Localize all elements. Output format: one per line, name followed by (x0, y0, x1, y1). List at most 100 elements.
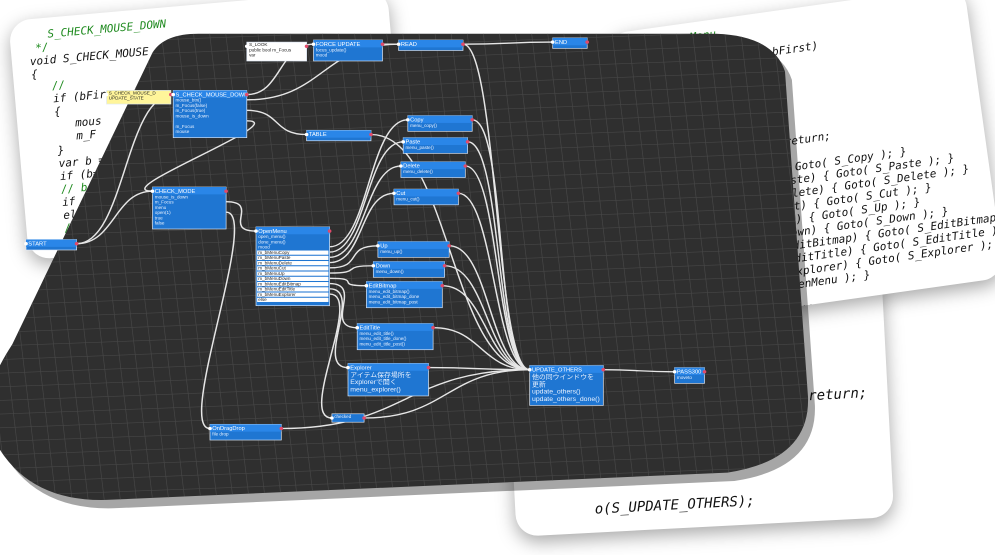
output-port[interactable] (224, 189, 228, 193)
output-port[interactable] (74, 242, 79, 246)
input-port[interactable] (364, 284, 369, 288)
output-port[interactable] (380, 42, 385, 46)
node-line: mouse_btn() (175, 98, 201, 103)
output-port[interactable] (447, 244, 452, 248)
input-port[interactable] (254, 229, 258, 233)
node-explorer[interactable]: Explorerアイテム保存場所をExplorerで開くmenu_explore… (346, 363, 431, 397)
output-port[interactable] (327, 229, 332, 233)
node-open-menu[interactable]: OpenMenuopen_menu()done_menu()moodm_bMen… (254, 226, 332, 306)
input-port[interactable] (355, 326, 360, 330)
input-port[interactable] (24, 242, 28, 246)
node-title: UPDATE_OTHERS (532, 368, 582, 374)
input-port[interactable] (550, 40, 555, 44)
node-on-drag-drop[interactable]: OnDragDropfile drop (208, 423, 284, 441)
node-line: m_bMenuDown (258, 276, 291, 281)
graph-editor-card[interactable]: START S_CHECK_MOUSE_D UPDATE_STATE S_CHECK_… (0, 0, 995, 551)
node-info[interactable]: S_LOOKpublic bool m_Focusvar (244, 41, 309, 62)
output-port[interactable] (431, 326, 435, 330)
input-port[interactable] (304, 132, 309, 137)
node-line: 他の同ウインドウを (532, 372, 594, 381)
input-port[interactable] (311, 42, 316, 46)
node-line: m_Focus(true) (175, 108, 205, 113)
node-end[interactable]: END (550, 37, 590, 49)
input-port[interactable] (376, 244, 380, 248)
node-line: menu_edit_title_done() (360, 336, 407, 341)
node-line: menu_up() (380, 249, 403, 254)
node-title: Explorer (350, 365, 372, 371)
output-port[interactable] (470, 118, 475, 122)
output-port[interactable] (426, 365, 431, 370)
input-port[interactable] (396, 42, 401, 46)
input-port[interactable] (527, 368, 532, 372)
output-port[interactable] (463, 164, 468, 168)
output-port[interactable] (461, 42, 465, 46)
node-line: menu_edit_bitmap_post (369, 300, 419, 305)
node-line: done_menu() (258, 240, 286, 245)
input-port[interactable] (244, 44, 249, 48)
output-port[interactable] (442, 264, 447, 268)
node-line: m_bMenuDelete (258, 261, 292, 266)
input-port[interactable] (371, 264, 376, 268)
node-line: menu_edit_title_post() (360, 342, 406, 347)
input-port[interactable] (405, 118, 410, 122)
input-port[interactable] (208, 426, 212, 431)
input-port[interactable] (104, 92, 109, 97)
node-line: m_Focus(false) (175, 103, 207, 108)
node-line: file drop (212, 432, 229, 437)
output-port[interactable] (304, 44, 309, 48)
output-port[interactable] (440, 284, 445, 288)
node-edit-bitmap[interactable]: EditBitmapmenu_edit_bitmap()menu_edit_bi… (364, 281, 445, 309)
node-delete[interactable]: Deletemenu_delete() (399, 161, 468, 178)
node-sticky[interactable]: S_CHECK_MOUSE_DUPDATE_STATE (104, 90, 173, 105)
node-check-mouse-down[interactable]: S_CHECK_MOUSE_DOWNmouse_btn()m_Focus(fal… (171, 90, 249, 138)
scene: S_CHECK_MOUSE_DOWN */void S_CHECK_MOUSE{… (0, 0, 995, 551)
output-port[interactable] (465, 140, 470, 144)
node-line: m_bMenuCopy (258, 250, 290, 255)
node-up[interactable]: Upmenu_up() (376, 241, 452, 258)
output-port[interactable] (585, 40, 590, 44)
output-port[interactable] (601, 368, 606, 372)
node-table[interactable]: TABLE (304, 129, 373, 142)
input-port[interactable] (150, 189, 155, 193)
input-port[interactable] (399, 164, 403, 168)
input-port[interactable] (171, 92, 176, 97)
output-port[interactable] (362, 416, 366, 420)
node-line: menu_explorer() (350, 387, 401, 394)
node-start[interactable]: START (24, 239, 79, 251)
node-update-others[interactable]: UPDATE_OTHERS他の同ウインドウを更新update_others()u… (527, 365, 606, 406)
node-paste[interactable]: Pastemenu_paste() (401, 137, 470, 154)
node-edit-title[interactable]: EditTitlemenu_edit_title()menu_edit_titl… (355, 323, 435, 351)
node-copy[interactable]: Copymenu_copy() (405, 115, 475, 132)
node-read[interactable]: READ (396, 39, 465, 51)
node-line: menu_copy() (410, 123, 437, 128)
node-check-mode[interactable]: CHECK_MODEmouse_is_downm_Focusmenuopen(1… (150, 186, 228, 230)
output-port[interactable] (279, 426, 284, 431)
graph-svg[interactable]: START S_CHECK_MOUSE_DUPDATE_STATES_CHECK_… (0, 0, 995, 551)
input-port[interactable] (672, 370, 677, 374)
node-line: public bool m_Focus (249, 48, 292, 53)
input-port[interactable] (346, 365, 350, 370)
node-cut[interactable]: Cutmenu_cut() (392, 188, 461, 206)
node-title: READ (401, 42, 417, 48)
node-line: update_others_done() (532, 396, 600, 403)
output-port[interactable] (456, 191, 461, 195)
node-line: menu_cut() (396, 197, 420, 202)
input-port[interactable] (330, 416, 334, 420)
node-line: open_menu() (258, 234, 286, 239)
node-line: m_bMenuEditTitle (258, 287, 295, 292)
node-line: 更新 (532, 380, 546, 389)
graph-content[interactable]: START S_CHECK_MOUSE_DUPDATE_STATES_CHECK_… (0, 0, 995, 551)
input-port[interactable] (392, 191, 396, 195)
node-tiny[interactable]: checked (330, 413, 366, 423)
node-line: S_LOOK (249, 42, 267, 47)
node-line: focus_update() (316, 48, 347, 53)
node-down[interactable]: Downmenu_down() (371, 261, 447, 278)
node-line: update_others() (532, 389, 581, 396)
node-pass300[interactable]: PASS300moveto (672, 367, 707, 384)
input-port[interactable] (401, 140, 406, 144)
output-port[interactable] (702, 370, 707, 374)
output-port[interactable] (369, 132, 373, 137)
output-port[interactable] (244, 92, 249, 97)
node-force-update[interactable]: FORCE UPDATEfocus_update()mood (311, 39, 385, 62)
node-line: mood (258, 245, 270, 250)
